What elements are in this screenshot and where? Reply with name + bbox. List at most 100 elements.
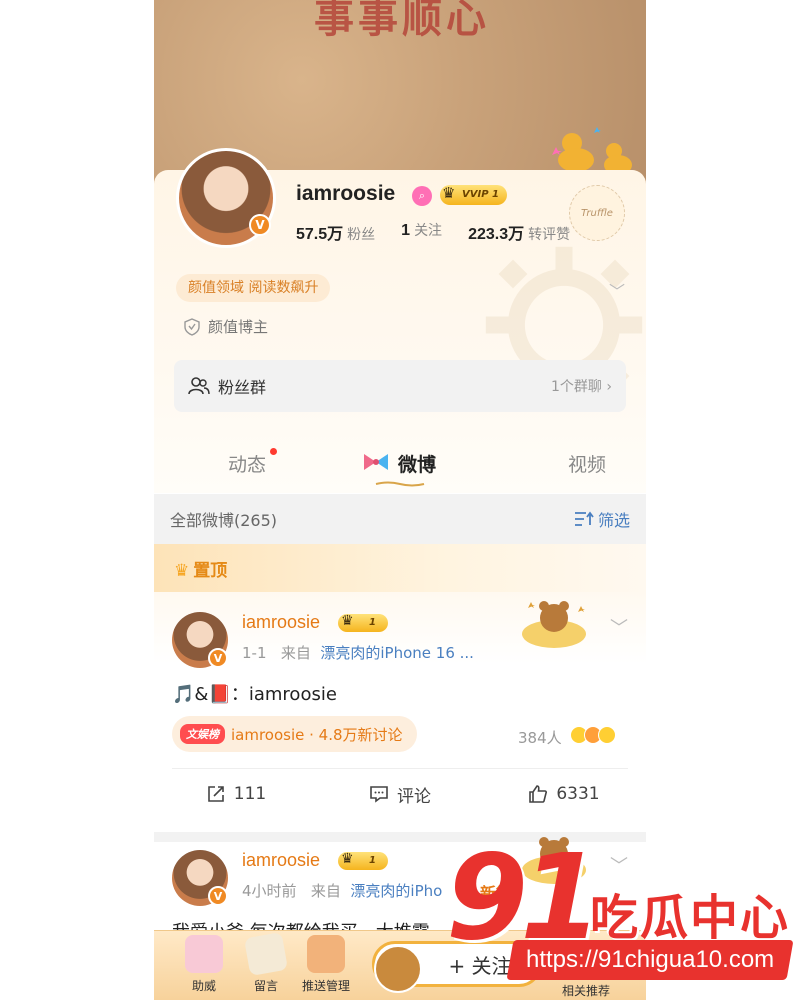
like-count: 6331 [556,784,600,804]
cover-text: 事事顺心 [314,0,490,42]
push-manage-label: 推送管理 [301,979,350,993]
laugh-emoji-icon [597,726,616,744]
verified-badge-icon: V [208,648,228,668]
repost-count: 111 [233,784,267,804]
watermark-url: https://91chigua10.com [506,940,794,980]
post-meta: 1-1 来自 漂亮肉的iPhone 16 ... [242,642,474,663]
crown-icon: ♛ [341,851,354,867]
post-from: 来自 [280,644,311,662]
post-time: 4小时前 [242,882,297,900]
tab-video[interactable]: 视频 [568,450,606,477]
filter-button[interactable]: 筛选 [574,507,630,531]
profile-name: iamroosie [296,182,396,205]
stat-interactions[interactable]: 223.3万 转评赞 [468,220,570,244]
bear-sticker-icon [522,601,586,648]
topic-text: iamroosie · 4.8万新讨论 [231,725,403,744]
fans-group-label: 粉丝群 [218,378,267,397]
tab-weibo[interactable]: 微博 [398,450,436,477]
stat-value: 57.5万 [296,226,344,243]
group-users-icon [188,377,210,395]
verified-badge-icon: V [208,886,228,906]
topic-pill[interactable]: 文娱榜 iamroosie · 4.8万新讨论 [172,716,417,752]
push-manage-button[interactable]: 推送管理 [296,935,356,994]
watermark-title: 吃瓜中心 [590,890,791,946]
watermark: 91 吃瓜中心 https://91chigua10.com [440,838,800,998]
profile-stats: 57.5万 粉丝 1 关注 223.3万 转评赞 [296,220,596,244]
repost-button[interactable]: 111 [154,776,318,812]
post-total[interactable]: 全部微博(265) [170,507,277,531]
post-source[interactable]: 漂亮肉的iPhone 16 ... [320,644,474,662]
repost-icon [207,786,224,802]
comment-label: 评论 [397,786,431,807]
member-level-badge[interactable]: ♛ 1 [338,613,388,632]
fans-group-count-text: 1个群聊 [551,379,602,395]
lantern-icon [307,935,345,973]
reaction-count: 384人 [518,728,562,747]
tab-underline-icon [375,481,425,487]
message-button[interactable]: 留言 [236,931,296,994]
cheer-label: 助威 [191,979,216,993]
bow-icon [364,454,388,470]
gift-icon [185,935,223,973]
post-author[interactable]: iamroosie [242,850,320,871]
stat-label: 粉丝 [347,227,376,243]
bear-avatar-icon [374,945,422,993]
emoji-group-icon [569,726,616,748]
stat-fans[interactable]: 57.5万 粉丝 [296,220,375,244]
chevron-down-icon[interactable]: ﹀ [609,278,625,302]
filter-icon [574,511,594,526]
pinned-text: 置顶 [193,561,228,581]
topic-badge: 文娱榜 [180,724,225,744]
divider [172,768,628,769]
comment-icon [370,786,388,803]
trend-tag[interactable]: 颜值领域 阅读数飙升 [176,274,331,302]
tab-activity[interactable]: 动态 [228,450,266,477]
watermark-logo: 91 [446,828,602,966]
thumbs-up-icon [529,785,548,803]
post-source[interactable]: 漂亮肉的iPho [350,882,442,900]
stat-value: 223.3万 [468,226,525,243]
post-meta: 4小时前 来自 漂亮肉的iPho [242,880,442,901]
shield-icon [184,317,200,336]
list-header: 全部微博(265) 筛选 [154,494,646,544]
member-level-badge[interactable]: ♛ 1 [338,851,388,870]
post-from: 来自 [310,882,341,900]
fans-group-row[interactable]: 粉丝群 1个群聊 › [174,360,626,412]
post-actions: 111 评论 6331 [154,776,646,812]
search-badge-icon[interactable]: ⌕ [412,186,432,206]
post-body: 🎵&📕：iamroosie [172,684,337,705]
crown-icon: ♛ [174,561,190,581]
comment-button[interactable]: 评论 [318,776,482,812]
message-label: 留言 [253,979,278,993]
vvip-label: VVIP 1 [462,189,499,200]
crown-icon: ♛ [442,184,456,202]
pinned-banner: ♛ 置顶 [154,544,646,592]
filter-label: 筛选 [597,511,630,530]
watermark-url-text: https://91chigua10.com [526,946,775,973]
profile-card: V iamroosie ⌕ ♛ VVIP 1 Truffle 57.5万 粉丝 1关… [154,148,646,493]
level-text: 1 [369,855,376,866]
level-text: 1 [369,617,376,628]
note-icon [243,931,289,977]
post-menu-chevron-icon[interactable]: ﹀ [610,614,628,640]
verified-badge-icon: V [249,214,271,236]
profile-tabs: 动态 微博 视频 [154,432,646,492]
stat-label: 转评赞 [528,227,571,243]
post-author[interactable]: iamroosie [242,612,320,633]
cheer-button[interactable]: 助威 [174,935,234,994]
unread-dot [270,448,277,455]
screen: 事事顺心 V iamroosie ⌕ ♛ VVIP 1 Truffle 57.5… [0,0,800,1000]
stat-value: 1 [401,222,411,239]
fans-group-count: 1个群聊 › [551,379,612,395]
crown-icon: ♛ [341,613,354,629]
reactions-summary[interactable]: 384人 [518,726,616,748]
stat-label: 关注 [414,223,443,239]
role-label: 颜值博主 [184,316,268,337]
like-button[interactable]: 6331 [482,776,646,812]
post-card[interactable]: V iamroosie ♛ 1 1-1 来自 漂亮肉的iPhone 16 ... … [154,592,646,832]
stat-following[interactable]: 1 关注 [401,220,442,244]
post-time: 1-1 [242,644,267,662]
vvip-badge[interactable]: ♛ VVIP 1 [440,184,507,205]
role-text: 颜值博主 [208,318,269,336]
pinned-label: ♛ 置顶 [174,556,227,581]
